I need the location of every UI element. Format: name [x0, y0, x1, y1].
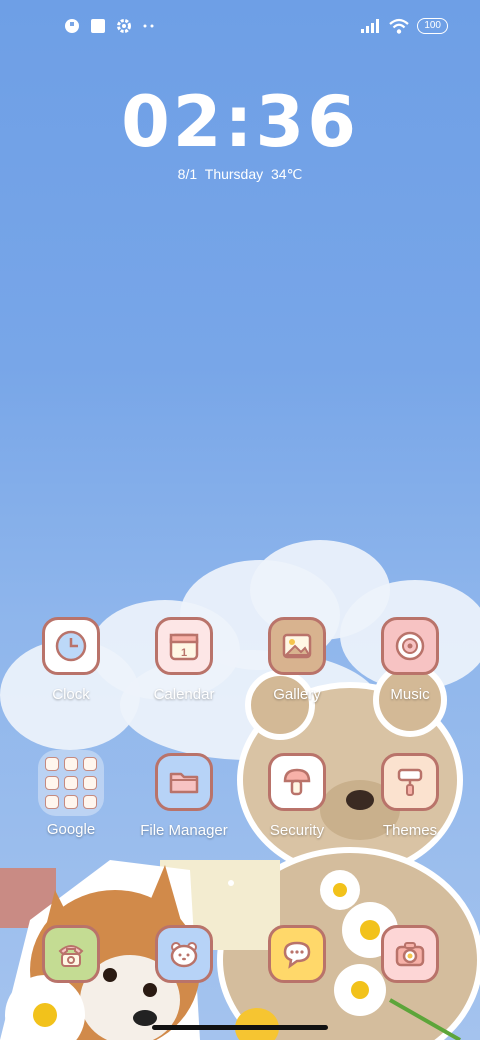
folder-mini-icon	[45, 776, 59, 790]
app-notification-icon	[64, 18, 80, 34]
date-weather[interactable]: 8/1 Thursday 34℃	[0, 166, 480, 183]
more-dots-icon	[142, 22, 156, 30]
app-label: Themes	[382, 822, 438, 839]
app-music[interactable]: Music	[360, 617, 460, 703]
square-notification-icon	[90, 18, 106, 34]
app-label: Security	[269, 822, 325, 839]
gallery-app-icon[interactable]	[268, 617, 326, 675]
paint-roller-icon[interactable]	[381, 753, 439, 811]
calendar-day: 1	[181, 647, 187, 659]
gear-icon	[116, 18, 132, 34]
clock-time[interactable]: 02:36	[0, 82, 480, 162]
clock-app-icon[interactable]	[42, 617, 100, 675]
dock-camera[interactable]	[360, 925, 460, 983]
messenger-bear-icon[interactable]	[155, 925, 213, 983]
app-clock[interactable]: Clock	[21, 617, 121, 703]
app-label: Gallery	[273, 686, 321, 703]
wifi-icon	[389, 18, 410, 34]
folder-mini-icon	[83, 795, 97, 809]
phone-icon[interactable]	[42, 925, 100, 983]
app-calendar[interactable]: 1 Calendar	[134, 617, 234, 703]
app-file-manager[interactable]: File Manager	[134, 753, 234, 839]
app-label: Calendar	[153, 686, 215, 703]
dock-phone[interactable]	[21, 925, 121, 983]
battery-indicator: 100	[417, 18, 448, 34]
folder-google[interactable]: Google	[21, 750, 121, 838]
calendar-app-icon[interactable]: 1	[155, 617, 213, 675]
folder-mini-icon	[64, 795, 78, 809]
folder-mini-icon	[83, 757, 97, 771]
app-themes[interactable]: Themes	[360, 753, 460, 839]
duck-sticker	[235, 1008, 279, 1040]
app-label: Google	[46, 821, 96, 838]
google-folder-icon[interactable]	[38, 750, 104, 816]
folder-mini-icon	[45, 795, 59, 809]
folder-app-icon[interactable]	[155, 753, 213, 811]
app-label: File Manager	[140, 822, 228, 839]
music-app-icon[interactable]	[381, 617, 439, 675]
folder-mini-icon	[83, 776, 97, 790]
security-app-icon[interactable]	[268, 753, 326, 811]
page-indicator	[228, 880, 234, 886]
app-label: Music	[390, 686, 430, 703]
messages-icon[interactable]	[268, 925, 326, 983]
dock-contacts[interactable]	[134, 925, 234, 983]
folder-mini-icon	[45, 757, 59, 771]
folder-mini-icon	[64, 757, 78, 771]
home-indicator[interactable]	[152, 1025, 328, 1030]
signal-icon	[361, 19, 381, 33]
dock-messages[interactable]	[247, 925, 347, 983]
app-security[interactable]: Security	[247, 753, 347, 839]
camera-icon[interactable]	[381, 925, 439, 983]
folder-mini-icon	[64, 776, 78, 790]
app-label: Clock	[52, 686, 90, 703]
app-gallery[interactable]: Gallery	[247, 617, 347, 703]
status-bar: 100	[0, 0, 480, 56]
